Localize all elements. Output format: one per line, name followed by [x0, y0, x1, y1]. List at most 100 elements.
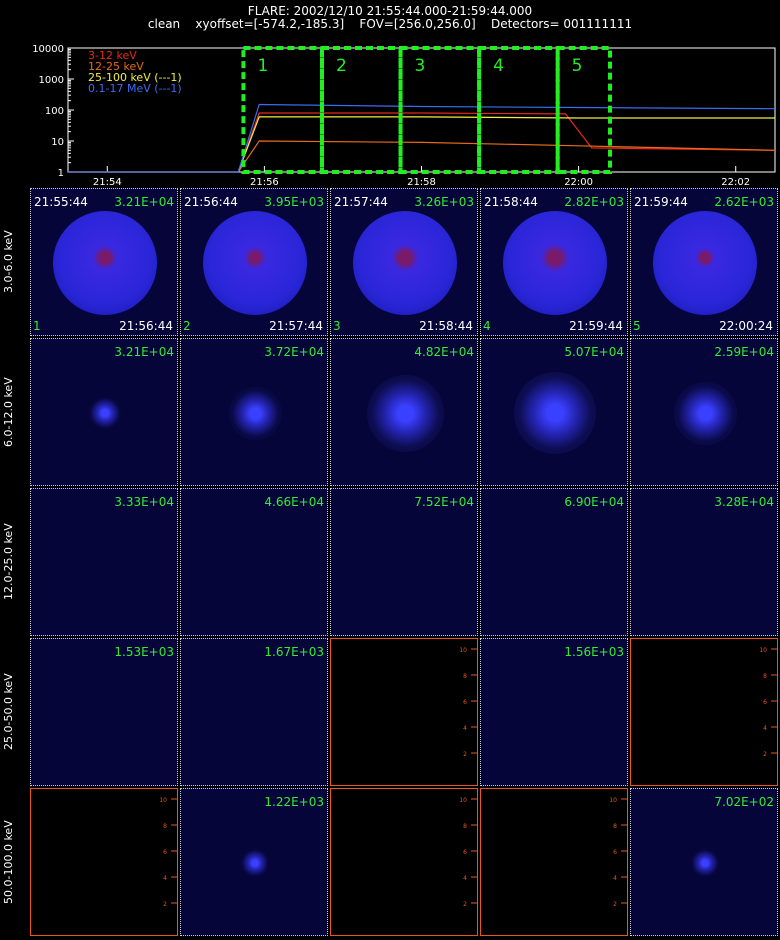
image-tile-r5-c5: 7.02E+02 — [630, 788, 778, 936]
empty-axes: 2 4 6 8 10 — [159, 797, 177, 908]
row-label-2: 6.0-12.0 keV — [2, 377, 15, 447]
max-intensity-label: 3.28E+04 — [714, 495, 774, 509]
y-tick-label: 10000 — [32, 44, 64, 55]
flare-title: FLARE: 2002/12/10 21:55:44.000-21:59:44.… — [247, 4, 533, 18]
image-tile-r2-c1: 3.21E+04 — [30, 338, 178, 486]
image-tile-r5-c2: 1.22E+03 — [180, 788, 328, 936]
x-tick-label: 22:02 — [721, 177, 750, 186]
image-tile-r5-c4: 2 4 6 8 10 — [480, 788, 628, 936]
max-intensity-label: 5.07E+04 — [564, 345, 624, 359]
interval-box-4 — [477, 46, 560, 174]
interval-number: 4 — [483, 319, 491, 333]
x-tick-label: 21:56 — [250, 177, 279, 186]
axis-tick-label: 8 — [463, 823, 467, 830]
axis-tick-label: 4 — [613, 875, 617, 882]
image-tile-r1-c5: 2.62E+03 21:59:44 22:00:24 5 — [630, 188, 778, 336]
axis-tick-label: 10 — [759, 647, 767, 654]
y-tick-label: 10 — [51, 137, 64, 148]
interval-box-1 — [241, 46, 324, 174]
source-emission — [653, 211, 757, 315]
max-intensity-label: 4.66E+04 — [264, 495, 324, 509]
interval-label-2: 2 — [336, 56, 347, 76]
axis-tick-label: 6 — [763, 699, 767, 706]
image-tile-r4-c5: 2 4 6 8 10 — [630, 638, 778, 786]
max-intensity-label: 6.90E+04 — [564, 495, 624, 509]
empty-axes: 2 4 6 8 10 — [459, 647, 477, 758]
image-tile-r1-c2: 3.95E+03 21:56:44 21:57:44 2 — [180, 188, 328, 336]
axis-tick-label: 2 — [463, 901, 467, 908]
axis-tick-label: 8 — [163, 823, 167, 830]
max-intensity-label: 1.56E+03 — [564, 645, 624, 659]
axis-tick-label: 4 — [763, 725, 767, 732]
source-emission — [203, 211, 307, 315]
image-tile-r2-c4: 5.07E+04 — [480, 338, 628, 486]
axis-tick-label: 6 — [463, 849, 467, 856]
interval-end-time: 21:59:44 — [569, 319, 623, 333]
axis-tick-label: 6 — [613, 849, 617, 856]
source-emission — [353, 211, 457, 315]
image-tile-r4-c4: 1.56E+03 — [480, 638, 628, 786]
row-label-1: 3.0-6.0 keV — [2, 230, 15, 294]
interval-box-2 — [319, 46, 403, 174]
source-emission — [514, 372, 596, 454]
image-tile-r1-c4: 2.82E+03 21:58:44 21:59:44 4 — [480, 188, 628, 336]
interval-start-time: 21:57:44 — [334, 195, 388, 209]
max-intensity-label: 3.72E+04 — [264, 345, 324, 359]
source-emission — [690, 848, 720, 878]
max-intensity-label: 3.95E+03 — [264, 195, 324, 209]
empty-axes: 2 4 6 8 10 — [459, 797, 477, 908]
max-intensity-label: 7.52E+04 — [414, 495, 474, 509]
interval-start-time: 21:58:44 — [484, 195, 538, 209]
x-tick-label: 21:58 — [407, 177, 436, 186]
interval-number: 2 — [183, 319, 191, 333]
image-tile-r3-c2: 4.66E+04 — [180, 488, 328, 636]
axis-tick-label: 2 — [163, 901, 167, 908]
image-tile-r3-c3: 7.52E+04 — [330, 488, 478, 636]
series-line-3 — [68, 116, 775, 173]
image-tile-r4-c1: 1.53E+03 — [30, 638, 178, 786]
axis-tick-label: 2 — [613, 901, 617, 908]
image-tile-r1-c3: 3.26E+03 21:57:44 21:58:44 3 — [330, 188, 478, 336]
image-tile-r5-c3: 2 4 6 8 10 — [330, 788, 478, 936]
interval-label-5: 5 — [572, 56, 583, 76]
interval-box-3 — [398, 46, 482, 174]
row-label-3: 12.0-25.0 keV — [2, 523, 15, 601]
y-tick-label: 1 — [58, 168, 64, 179]
empty-axes: 2 4 6 8 10 — [759, 647, 777, 758]
interval-end-time: 22:00:24 — [719, 319, 773, 333]
axis-tick-label: 8 — [763, 673, 767, 680]
source-emission — [673, 381, 737, 445]
interval-end-time: 21:58:44 — [419, 319, 473, 333]
empty-axes: 2 4 6 8 10 — [609, 797, 627, 908]
interval-number: 3 — [333, 319, 341, 333]
lightcurve-plot: 10000 1000 100 10 1 21:54 21:56 21:58 22:00 22:02… — [32, 44, 776, 186]
axis-tick-label: 10 — [459, 647, 467, 654]
axis-tick-label: 10 — [609, 797, 617, 804]
source-emission — [88, 396, 122, 430]
axis-tick-label: 8 — [463, 673, 467, 680]
image-tile-r3-c1: 3.33E+04 — [30, 488, 178, 636]
max-intensity-label: 2.82E+03 — [564, 195, 624, 209]
x-tick-label: 21:54 — [93, 177, 122, 186]
image-tile-r1-c1: 3.21E+04 21:55:44 21:56:44 1 — [30, 188, 178, 336]
interval-number: 5 — [633, 319, 641, 333]
axis-tick-label: 4 — [463, 875, 467, 882]
image-tile-r3-c5: 3.28E+04 — [630, 488, 778, 636]
legend-entry-4: 0.1-17 MeV (---1) — [88, 82, 182, 95]
interval-end-time: 21:56:44 — [119, 319, 173, 333]
interval-start-time: 21:59:44 — [634, 195, 688, 209]
image-tile-r4-c3: 2 4 6 8 10 — [330, 638, 478, 786]
image-tile-r4-c2: 1.67E+03 — [180, 638, 328, 786]
y-tick-label: 100 — [45, 106, 64, 117]
image-tile-r5-c1: 2 4 6 8 10 — [30, 788, 178, 936]
interval-start-time: 21:56:44 — [184, 195, 238, 209]
max-intensity-label: 2.59E+04 — [714, 345, 774, 359]
axis-tick-label: 10 — [459, 797, 467, 804]
axis-tick-label: 10 — [159, 797, 167, 804]
series-line-4 — [68, 103, 776, 173]
source-emission — [240, 848, 270, 878]
image-tile-r3-c4: 6.90E+04 — [480, 488, 628, 636]
source-emission — [503, 211, 607, 315]
image-tile-r2-c3: 4.82E+04 — [330, 338, 478, 486]
axis-tick-label: 2 — [463, 751, 467, 758]
